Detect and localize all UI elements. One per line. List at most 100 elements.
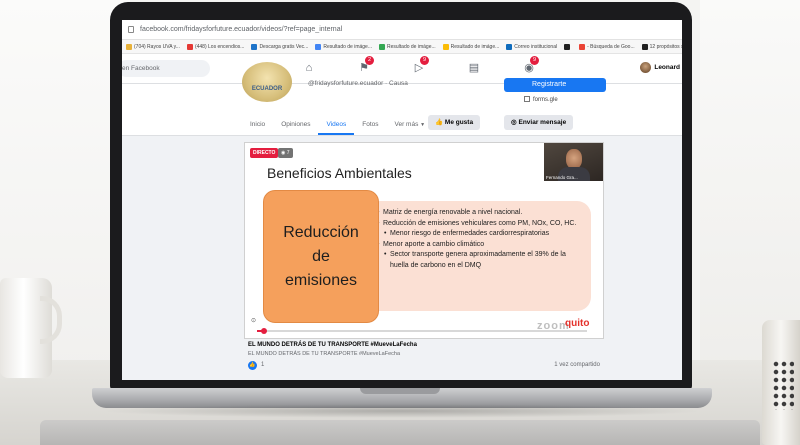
eye-icon: ◉ [281,150,286,156]
slide-highlight-text: Reducción de emisiones [283,221,359,293]
live-video-player[interactable]: DIRECTO ◉ 7 Beneficios Ambientales Matri… [244,142,604,339]
nav-badge-pages: 2 [365,56,374,65]
highlight-line-1: Reducción [283,223,359,241]
send-message-button[interactable]: ◎ Enviar mensaje [504,115,574,130]
groups-icon[interactable]: ◉ 9 [522,56,539,75]
google-icon [315,43,322,50]
slide-highlight-box: Reducción de emisiones [263,190,379,323]
bookmark-item[interactable]: 12 propósitos sost... [641,43,682,50]
slide-bullets: Matriz de energía renovable a nivel naci… [377,208,583,271]
slide-bullets-panel: Matriz de energía renovable a nivel naci… [363,201,591,311]
bookmark-item[interactable]: Descarga gratis Vec... [251,43,308,50]
bookmark-item[interactable]: - Búsqueda de Goo... [579,43,635,50]
marketplace-icon[interactable]: ▤ [467,61,481,75]
register-button[interactable]: Registrarte [504,78,606,92]
freepik-icon [251,43,258,50]
page-header: ECUADOR @fridaysforfuture.ecuador · Caus… [122,62,682,112]
facebook-search-input[interactable]: en Facebook [122,60,210,77]
bookmark-item[interactable]: (704) Rayos UVA y... [126,43,180,50]
bookmarks-bar: (704) Rayos UVA y... (448) Los encendios.… [122,40,682,54]
page-logo[interactable]: ECUADOR [242,62,292,102]
flag-icon[interactable]: ⚑ 2 [357,56,374,75]
tab-inicio[interactable]: Inicio [242,121,273,135]
bookmark-item[interactable]: Resultado de imáge... [315,43,372,50]
youtube-icon [186,43,193,50]
bookmark-label: (448) Los encendios... [194,43,245,50]
like-page-button[interactable]: 👍 Me gusta [428,115,481,130]
like-label: Me gusta [444,119,474,126]
slide-bullet: Sector transporte genera aproximadamente… [383,250,583,271]
like-count[interactable]: 1 [261,362,264,368]
page-tabs: Inicio Opiniones Videos Fotos Ver más ▼ … [122,112,682,136]
post-title[interactable]: EL MUNDO DETRÁS DE TU TRANSPORTE #MueveL… [248,342,604,348]
google-icon [579,43,586,50]
share-count[interactable]: 1 vez compartido [554,362,600,368]
bookmark-label: - Búsqueda de Goo... [587,43,635,50]
tab-ver-mas[interactable]: Ver más ▼ [387,121,434,135]
slide-bullet: Menor riesgo de enfermedades cardiorresp… [383,229,583,240]
tab-opiniones[interactable]: Opiniones [273,121,318,135]
bookmark-label: 12 propósitos sost... [649,43,682,50]
tab-videos[interactable]: Videos [318,121,355,135]
watch-icon[interactable]: ▷ 9 [412,56,429,75]
user-name: Leonard [654,64,680,71]
slide-title: Beneficios Ambientales [267,165,412,181]
quito-logo: quito [565,318,590,329]
bookmark-label: Correo institucional [514,43,558,50]
user-profile-link[interactable]: Leonard [640,62,680,73]
message-label: Enviar mensaje [518,119,567,126]
highlight-line-2: de [312,247,330,265]
live-badge: DIRECTO [250,148,279,158]
post-subtitle: EL MUNDO DETRÁS DE TU TRANSPORTE #MueveL… [248,351,401,357]
viewer-count-value: 7 [286,150,290,156]
laptop-shadow [100,404,704,418]
highlight-line-3: emisiones [284,271,357,289]
bookmark-icon [126,43,132,50]
laptop-screen: facebook.com/fridaysforfuture.ecuador/vi… [122,20,682,380]
medium-icon [641,43,648,50]
bookmark-label: Resultado de imáge... [323,43,372,50]
video-progress-bar[interactable] [257,328,587,334]
chevron-down-icon: ▼ [420,122,426,128]
video-feed: DIRECTO ◉ 7 Beneficios Ambientales Matri… [122,136,682,380]
slide-bullet: Matriz de energía renovable a nivel naci… [377,208,583,219]
google-icon [379,43,385,50]
outlook-icon [506,43,513,50]
browser-address-bar[interactable]: facebook.com/fridaysforfuture.ecuador/vi… [122,20,682,40]
bookmark-label: Resultado de imáge... [450,43,500,50]
page-logo-text: ECUADOR [251,86,283,92]
tab-ver-mas-label: Ver más [394,121,419,128]
bookmark-item[interactable]: Correo institucional [506,43,558,50]
post-stats: 👍 1 1 vez compartido [248,360,604,372]
tab-fotos[interactable]: Fotos [354,121,386,135]
form-link-text: forms.gle [533,97,558,103]
url-text[interactable]: facebook.com/fridaysforfuture.ecuador/vi… [140,26,342,33]
facebook-nav-icons: ⌂ ⚑ 2 ▷ 9 ▤ ◉ 9 [302,56,539,75]
post-caption: EL MUNDO DETRÁS DE TU TRANSPORTE #MueveL… [248,342,604,357]
bookmark-item[interactable]: Resultado de imáge... [442,43,500,50]
nav-badge-watch: 9 [420,56,429,65]
messenger-icon: ◎ [511,119,517,126]
like-reaction-icon[interactable]: 👍 [248,361,257,370]
bookmark-item[interactable]: (448) Los encendios... [186,43,245,50]
bookmark-label: (704) Rayos UVA y... [134,43,180,50]
bookmark-item[interactable] [564,43,572,50]
avatar [640,62,652,73]
form-link[interactable]: forms.gle [524,96,558,103]
bookmark-item[interactable]: Resultado de imáge... [379,43,436,50]
external-link-icon [524,96,530,102]
thumbs-up-icon: 👍 [435,119,444,126]
speaker-face [566,149,582,169]
speaker-camera-thumbnail: Fernando Gra... [544,143,603,181]
laptop-notch [360,388,440,394]
keyboard-edge [40,420,760,445]
video-scrubber-handle[interactable] [260,328,267,334]
google-icon [442,43,449,50]
nav-badge-groups: 9 [530,56,539,65]
home-icon[interactable]: ⌂ [302,61,316,75]
page-handle: @fridaysforfuture.ecuador · Causa [308,80,408,87]
register-label: Registrarte [532,81,567,88]
viewer-count: ◉ 7 [278,148,293,158]
slide-bullet: Menor aporte a cambio climático [377,240,583,251]
bookmark-label: Resultado de imáge... [387,43,436,50]
